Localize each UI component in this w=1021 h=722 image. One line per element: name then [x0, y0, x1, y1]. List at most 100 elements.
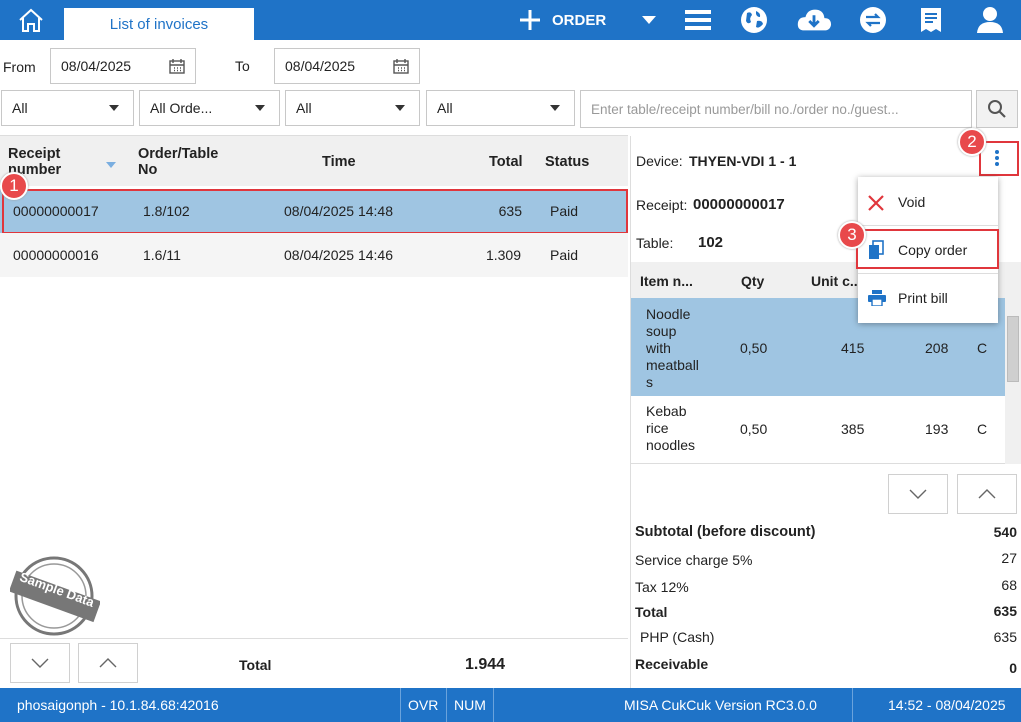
- status-version: MISA CukCuk Version RC3.0.0: [624, 697, 817, 713]
- items-scroll-up-button[interactable]: [957, 474, 1017, 514]
- status-ovr: OVR: [408, 697, 439, 713]
- order-table-no: 1.6/11: [143, 247, 181, 263]
- receipt-value: 00000000017: [693, 196, 785, 213]
- item-name-line: rice: [646, 420, 669, 436]
- item-qty: 0,50: [740, 340, 768, 356]
- service-charge-label: Service charge 5%: [635, 552, 753, 568]
- item-name: Kebab rice noodles: [646, 403, 695, 454]
- table-row[interactable]: 00000000016 1.6/11 08/04/2025 14:46 1.30…: [0, 233, 628, 277]
- scroll-up-button[interactable]: [78, 643, 138, 683]
- sync-icon[interactable]: [855, 4, 891, 36]
- total-label: Total: [635, 604, 668, 620]
- table-value: 102: [698, 234, 724, 251]
- col-unit-cost: Unit c...: [811, 273, 862, 289]
- receipt-label: Receipt:: [636, 197, 688, 213]
- col-order-table[interactable]: Order/Table No: [138, 146, 238, 178]
- cash-label: PHP (Cash): [640, 629, 715, 645]
- to-date-field[interactable]: 08/04/2025: [274, 48, 420, 84]
- item-name-line: Noodle: [646, 306, 691, 322]
- receipt-number: 00000000016: [13, 247, 99, 263]
- chevron-down-icon: [31, 658, 49, 668]
- col-total[interactable]: Total: [489, 154, 523, 170]
- highlight-box-copy: [856, 229, 999, 269]
- search-icon: [988, 100, 1006, 118]
- cloud-download-icon[interactable]: [796, 4, 832, 36]
- menu-item-print-bill[interactable]: Print bill: [858, 275, 998, 321]
- filter-select-3[interactable]: All: [285, 90, 420, 126]
- calendar-icon: [169, 59, 185, 74]
- item-name: Noodle soup with meatball s: [646, 306, 699, 391]
- item-amount: 208: [925, 340, 949, 356]
- divider: [400, 688, 401, 722]
- time: 08/04/2025 14:46: [284, 247, 393, 263]
- divider: [446, 688, 447, 722]
- order-dropdown-icon[interactable]: [640, 10, 658, 33]
- status-host: phosaigonph - 10.1.84.68:42016: [17, 697, 219, 713]
- item-flag: C: [977, 340, 988, 356]
- col-status[interactable]: Status: [545, 154, 589, 170]
- from-label: From: [3, 59, 36, 75]
- item-name-line: with: [646, 340, 671, 356]
- col-time[interactable]: Time: [322, 154, 356, 170]
- status-datetime: 14:52 - 08/04/2025: [888, 697, 1006, 713]
- list-total-value: 1.944: [465, 656, 506, 673]
- home-icon[interactable]: [0, 0, 62, 40]
- chevron-down-icon: [395, 105, 405, 111]
- receipt-icon[interactable]: [913, 4, 949, 36]
- col-qty: Qty: [741, 273, 765, 289]
- receivable-label: Receivable: [635, 656, 709, 672]
- total-value: 635: [993, 603, 1017, 619]
- table-label: Table:: [636, 235, 674, 251]
- item-name-line: noodles: [646, 437, 696, 453]
- filter-select-4[interactable]: All: [426, 90, 575, 126]
- divider: [493, 688, 494, 722]
- tax-value: 68: [1001, 577, 1017, 593]
- menu-icon[interactable]: [680, 4, 716, 36]
- chevron-down-icon: [909, 489, 927, 499]
- item-name-line: s: [646, 374, 653, 390]
- items-scroll-down-button[interactable]: [888, 474, 948, 514]
- subtotal-value: 540: [993, 524, 1017, 540]
- to-label: To: [235, 58, 250, 74]
- filter-select-3-value: All: [296, 100, 312, 116]
- status-bar: phosaigonph - 10.1.84.68:42016 OVR NUM M…: [0, 688, 1021, 722]
- item-flag: C: [977, 421, 988, 437]
- item-name-line: soup: [646, 323, 677, 339]
- item-amount: 193: [925, 421, 949, 437]
- total: 1.309: [485, 247, 521, 263]
- user-icon[interactable]: [972, 4, 1008, 36]
- item-name-line: Kebab: [646, 403, 687, 419]
- filter-select-2[interactable]: All Orde...: [139, 90, 280, 126]
- close-icon: [868, 195, 884, 211]
- scrollbar-thumb[interactable]: [1007, 316, 1019, 382]
- tab-list-of-invoices[interactable]: List of invoices: [64, 8, 254, 40]
- filter-select-1-value: All: [12, 100, 28, 116]
- chevron-down-icon: [109, 105, 119, 111]
- item-row[interactable]: Kebab rice noodles 0,50 385 193 C: [631, 397, 1005, 463]
- sort-desc-icon: [106, 158, 116, 174]
- menu-item-void[interactable]: Void: [858, 179, 998, 225]
- scroll-down-button[interactable]: [10, 643, 70, 683]
- filter-select-2-value: All Orde...: [150, 100, 213, 116]
- to-date-value: 08/04/2025: [285, 58, 356, 74]
- search-button[interactable]: [976, 90, 1018, 128]
- from-date-field[interactable]: 08/04/2025: [50, 48, 196, 84]
- service-charge-value: 27: [1001, 550, 1017, 566]
- item-unit-cost: 385: [841, 421, 865, 437]
- item-qty: 0,50: [740, 421, 768, 437]
- subtotal-label: Subtotal (before discount): [635, 524, 816, 540]
- calendar-icon: [393, 59, 409, 74]
- device-value: THYEN-VDI 1 - 1: [689, 153, 797, 169]
- search-input[interactable]: Enter table/receipt number/bill no./orde…: [580, 90, 972, 128]
- globe-icon[interactable]: [736, 4, 772, 36]
- divider: [852, 688, 853, 722]
- order-button[interactable]: ORDER: [518, 4, 606, 36]
- divider: [858, 225, 998, 226]
- status-num: NUM: [454, 697, 486, 713]
- annotation-badge-3: 3: [838, 221, 866, 249]
- divider: [858, 273, 998, 274]
- chevron-up-icon: [978, 489, 996, 499]
- filter-select-1[interactable]: All: [1, 90, 134, 126]
- annotation-badge-2: 2: [958, 128, 986, 156]
- annotation-badge-1: 1: [0, 172, 28, 200]
